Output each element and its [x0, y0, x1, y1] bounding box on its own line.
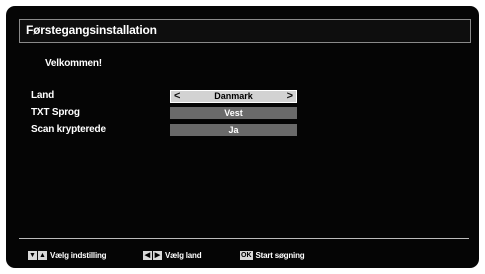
country-selector[interactable]: < Danmark > — [170, 90, 297, 103]
hint-select-country: ◀ ▶ Vælg land — [143, 249, 202, 261]
arrow-right-icon[interactable]: > — [287, 91, 293, 102]
down-arrow-key-icon: ▼ — [28, 250, 37, 260]
ok-key-icon: OK — [240, 250, 253, 260]
hint-select-setting-label: Vælg indstilling — [50, 250, 107, 260]
up-arrow-key-icon: ▲ — [38, 250, 47, 260]
scan-encrypted-label: Scan krypterede — [31, 124, 106, 135]
left-arrow-key-icon: ◀ — [143, 250, 152, 260]
page-title: Førstegangsinstallation — [26, 23, 157, 37]
scan-encrypted-value: Ja — [228, 125, 239, 135]
country-label: Land — [31, 90, 55, 101]
hint-start-search: OK Start søgning — [240, 249, 305, 261]
txt-language-label: TXT Sprog — [31, 107, 80, 118]
welcome-text: Velkommen! — [45, 58, 102, 69]
tv-menu-screen: Førstegangsinstallation Velkommen! Land … — [6, 6, 479, 268]
hint-select-country-label: Vælg land — [165, 250, 202, 260]
footer-divider — [19, 238, 469, 239]
right-arrow-key-icon: ▶ — [153, 250, 162, 260]
country-value: Danmark — [214, 91, 253, 101]
scan-encrypted-selector[interactable]: Ja — [170, 124, 297, 136]
txt-language-value: Vest — [224, 108, 243, 118]
hint-start-search-label: Start søgning — [255, 250, 305, 260]
title-bar: Førstegangsinstallation — [19, 19, 471, 43]
txt-language-selector[interactable]: Vest — [170, 107, 297, 119]
hint-select-setting: ▼ ▲ Vælg indstilling — [28, 249, 107, 261]
arrow-left-icon[interactable]: < — [174, 91, 180, 102]
